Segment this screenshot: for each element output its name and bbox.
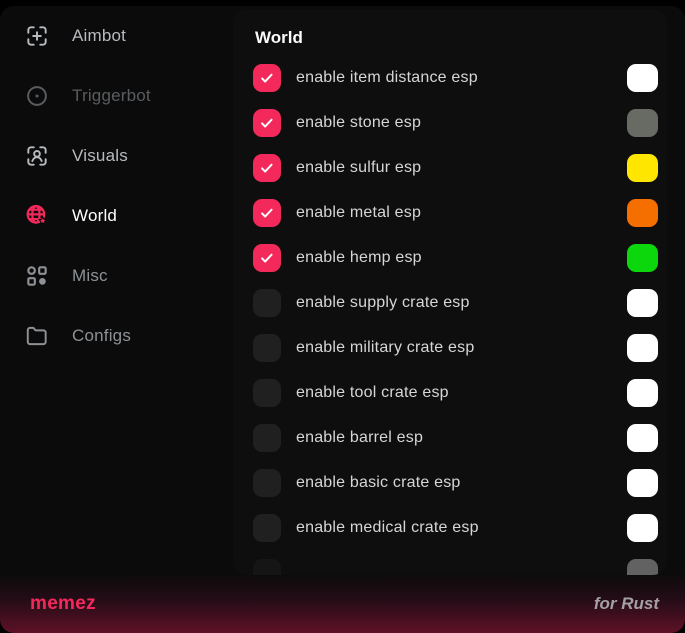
esp-option-label: enable hemp esp bbox=[296, 249, 422, 267]
esp-option-label: enable metal esp bbox=[296, 204, 421, 222]
esp-options-list[interactable]: enable item distance esp enable stone es… bbox=[253, 55, 662, 575]
checkmark-icon bbox=[258, 114, 276, 132]
footer: memez for Rust bbox=[0, 575, 685, 633]
misc-grid-icon bbox=[24, 263, 50, 289]
esp-color-swatch[interactable] bbox=[627, 289, 658, 317]
tagline-text: for Rust bbox=[594, 594, 659, 614]
esp-checkbox[interactable] bbox=[253, 334, 281, 362]
sidebar-item-configs[interactable]: Configs bbox=[0, 306, 233, 366]
esp-checkbox[interactable] bbox=[253, 64, 281, 92]
checkmark-icon bbox=[258, 69, 276, 87]
esp-option-label: enable tool crate esp bbox=[296, 384, 449, 402]
esp-option-row: enable military crate esp bbox=[253, 325, 662, 370]
esp-option-row: enable metal esp bbox=[253, 190, 662, 235]
esp-option-row: enable item distance esp bbox=[253, 55, 662, 100]
esp-color-swatch[interactable] bbox=[627, 64, 658, 92]
esp-color-swatch[interactable] bbox=[627, 154, 658, 182]
esp-option-row: enable hemp esp bbox=[253, 235, 662, 280]
esp-option-label: enable medical crate esp bbox=[296, 519, 479, 537]
esp-checkbox[interactable] bbox=[253, 289, 281, 317]
esp-checkbox[interactable] bbox=[253, 424, 281, 452]
esp-checkbox[interactable] bbox=[253, 559, 281, 576]
configs-folder-icon bbox=[24, 323, 50, 349]
aimbot-crosshair-icon bbox=[24, 23, 50, 49]
sidebar-item-world[interactable]: World bbox=[0, 186, 233, 246]
sidebar-item-triggerbot[interactable]: Triggerbot bbox=[0, 66, 233, 126]
esp-color-swatch[interactable] bbox=[627, 379, 658, 407]
sidebar-item-misc[interactable]: Misc bbox=[0, 246, 233, 306]
esp-option-row: enable tool crate esp bbox=[253, 370, 662, 415]
triggerbot-circle-icon bbox=[24, 83, 50, 109]
esp-option-row: enable supply crate esp bbox=[253, 280, 662, 325]
esp-option-label: enable military crate esp bbox=[296, 339, 474, 357]
sidebar-item-visuals[interactable]: Visuals bbox=[0, 126, 233, 186]
esp-color-swatch[interactable] bbox=[627, 424, 658, 452]
checkmark-icon bbox=[258, 159, 276, 177]
world-globe-icon bbox=[24, 203, 50, 229]
esp-color-swatch[interactable] bbox=[627, 559, 658, 576]
esp-option-label: enable basic crate esp bbox=[296, 474, 461, 492]
esp-color-swatch[interactable] bbox=[627, 469, 658, 497]
checkmark-icon bbox=[258, 249, 276, 267]
brand-text: memez bbox=[30, 593, 96, 615]
esp-option-label: enable sulfur esp bbox=[296, 159, 421, 177]
esp-color-swatch[interactable] bbox=[627, 199, 658, 227]
esp-color-swatch[interactable] bbox=[627, 334, 658, 362]
cheat-menu-window: Aimbot Triggerbot Visuals World Misc Con… bbox=[0, 6, 685, 633]
esp-option-row bbox=[253, 550, 662, 575]
sidebar: Aimbot Triggerbot Visuals World Misc Con… bbox=[0, 6, 233, 366]
sidebar-item-aimbot[interactable]: Aimbot bbox=[0, 6, 233, 66]
esp-checkbox[interactable] bbox=[253, 244, 281, 272]
esp-checkbox[interactable] bbox=[253, 199, 281, 227]
visuals-person-scan-icon bbox=[24, 143, 50, 169]
esp-checkbox[interactable] bbox=[253, 109, 281, 137]
esp-checkbox[interactable] bbox=[253, 514, 281, 542]
esp-option-label: enable barrel esp bbox=[296, 429, 423, 447]
esp-option-row: enable stone esp bbox=[253, 100, 662, 145]
esp-color-swatch[interactable] bbox=[627, 109, 658, 137]
panel-title: World bbox=[255, 27, 662, 49]
esp-checkbox[interactable] bbox=[253, 154, 281, 182]
esp-color-swatch[interactable] bbox=[627, 514, 658, 542]
esp-option-row: enable barrel esp bbox=[253, 415, 662, 460]
esp-option-row: enable medical crate esp bbox=[253, 505, 662, 550]
world-panel: World enable item distance esp enable st… bbox=[233, 9, 667, 575]
esp-checkbox[interactable] bbox=[253, 379, 281, 407]
esp-option-row: enable sulfur esp bbox=[253, 145, 662, 190]
esp-option-label: enable supply crate esp bbox=[296, 294, 470, 312]
esp-color-swatch[interactable] bbox=[627, 244, 658, 272]
checkmark-icon bbox=[258, 204, 276, 222]
esp-option-row: enable basic crate esp bbox=[253, 460, 662, 505]
esp-option-label: enable item distance esp bbox=[296, 69, 478, 87]
esp-option-label: enable stone esp bbox=[296, 114, 421, 132]
esp-checkbox[interactable] bbox=[253, 469, 281, 497]
